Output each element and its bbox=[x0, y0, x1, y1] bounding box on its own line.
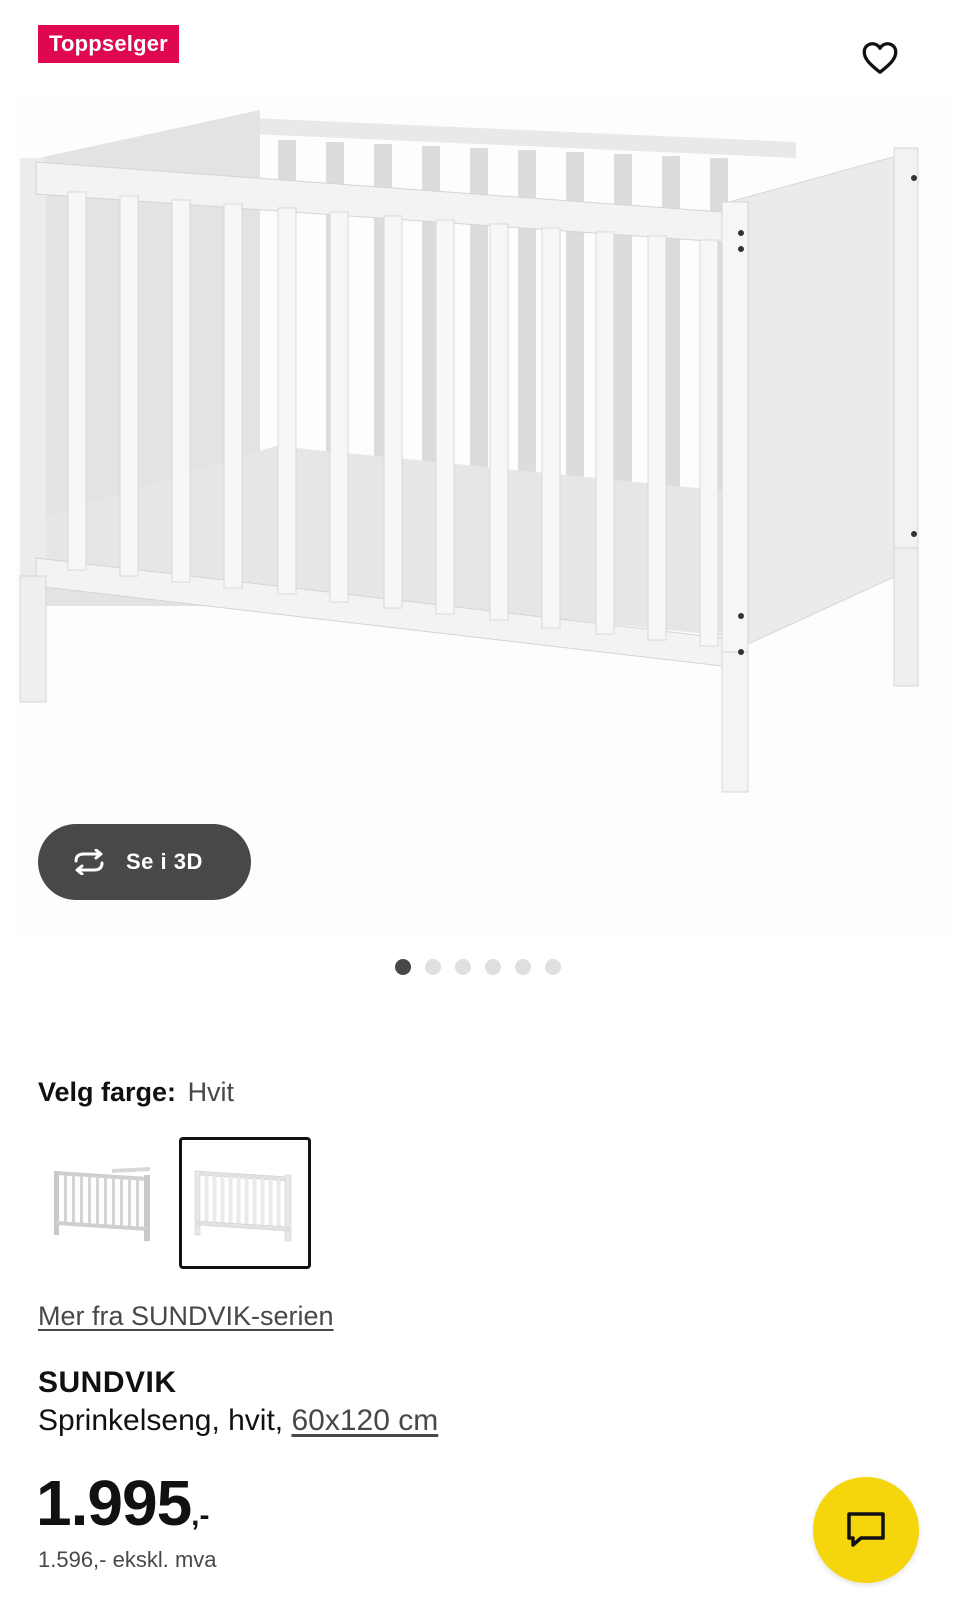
chat-bubble-icon bbox=[847, 1512, 885, 1547]
gallery-dot-1[interactable] bbox=[395, 959, 411, 975]
crib-illustration bbox=[19, 110, 919, 793]
gallery-dot-3[interactable] bbox=[455, 959, 471, 975]
product-size-link[interactable]: 60x120 cm bbox=[291, 1404, 438, 1437]
gallery-dot-4[interactable] bbox=[485, 959, 501, 975]
price: 1.995 ,- bbox=[36, 1466, 209, 1540]
heart-outline-icon bbox=[862, 42, 898, 74]
color-label: Velg farge: bbox=[38, 1077, 177, 1107]
product-image[interactable]: Se i 3D bbox=[16, 96, 950, 936]
gallery-dot-5[interactable] bbox=[515, 959, 531, 975]
color-selector-label: Velg farge: Hvit bbox=[38, 1077, 234, 1108]
color-value: Hvit bbox=[187, 1077, 235, 1107]
crib-thumbnail-grey bbox=[54, 1167, 150, 1241]
view-in-3d-label: Se i 3D bbox=[126, 849, 203, 874]
product-name: SUNDVIK bbox=[38, 1366, 177, 1399]
color-swatch-white[interactable] bbox=[179, 1137, 311, 1269]
price-suffix: ,- bbox=[191, 1499, 210, 1532]
favorite-button[interactable] bbox=[858, 36, 902, 80]
gallery-dot-6[interactable] bbox=[545, 959, 561, 975]
rotate-3d-icon bbox=[74, 849, 104, 875]
price-excl-vat: 1.596,- ekskl. mva bbox=[38, 1547, 217, 1572]
topseller-badge: Toppselger bbox=[38, 25, 179, 63]
gallery-pagination bbox=[0, 959, 956, 977]
series-link[interactable]: Mer fra SUNDVIK-serien bbox=[38, 1301, 334, 1332]
crib-thumbnail-white bbox=[194, 1170, 292, 1242]
gallery-dot-2[interactable] bbox=[425, 959, 441, 975]
chat-button[interactable] bbox=[813, 1477, 919, 1583]
product-description-text: Sprinkelseng, hvit, bbox=[38, 1404, 284, 1437]
product-description: Sprinkelseng, hvit, 60x120 cm bbox=[38, 1404, 438, 1438]
color-swatch-grey[interactable] bbox=[38, 1137, 170, 1269]
view-in-3d-button[interactable]: Se i 3D bbox=[38, 824, 251, 900]
price-amount: 1.995 bbox=[36, 1467, 192, 1539]
